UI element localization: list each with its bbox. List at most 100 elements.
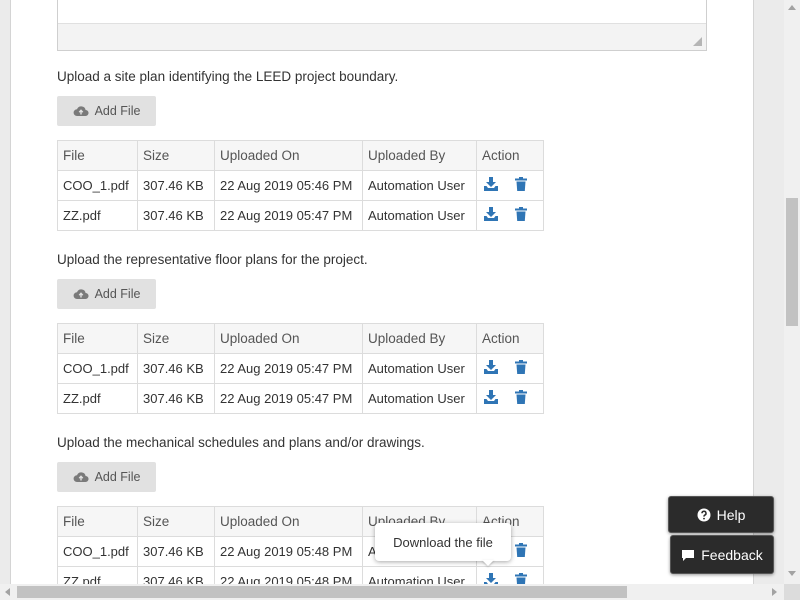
download-icon xyxy=(484,573,498,584)
comment-icon xyxy=(682,549,695,561)
file-name-cell: ZZ.pdf xyxy=(57,383,138,414)
delete-button[interactable] xyxy=(514,177,528,191)
uploaded-by-cell: Automation User xyxy=(362,353,477,384)
file-size-cell: 307.46 KB xyxy=(137,170,215,201)
column-header: Uploaded On xyxy=(214,140,363,171)
notes-textarea[interactable] xyxy=(57,0,707,51)
uploaded-by-cell: Automation User xyxy=(362,200,477,231)
files-table: File Size Uploaded On Uploaded By Action… xyxy=(57,323,544,414)
download-button[interactable] xyxy=(484,177,498,191)
file-size-cell: 307.46 KB xyxy=(137,200,215,231)
scrollbar-corner xyxy=(784,584,800,600)
resize-grip-icon[interactable] xyxy=(693,37,702,46)
column-header: Uploaded By xyxy=(362,323,477,354)
download-button[interactable] xyxy=(484,360,498,374)
uploaded-on-cell: 22 Aug 2019 05:48 PM xyxy=(214,566,363,584)
uploaded-on-cell: 22 Aug 2019 05:47 PM xyxy=(214,200,363,231)
section-label-site-plan: Upload a site plan identifying the LEED … xyxy=(57,69,399,84)
action-cell xyxy=(476,200,544,231)
download-button[interactable] xyxy=(484,390,498,404)
delete-button[interactable] xyxy=(514,207,528,221)
uploaded-by-cell: Automation User xyxy=(362,566,477,584)
column-header: Action xyxy=(476,323,544,354)
horizontal-scroll-thumb[interactable] xyxy=(17,586,627,598)
scroll-down-icon[interactable] xyxy=(788,571,796,576)
file-size-cell: 307.46 KB xyxy=(137,353,215,384)
action-cell xyxy=(476,353,544,384)
horizontal-scrollbar[interactable] xyxy=(0,584,800,600)
question-circle-icon xyxy=(697,508,711,521)
action-cell xyxy=(476,566,544,584)
uploaded-on-cell: 22 Aug 2019 05:48 PM xyxy=(214,536,363,567)
file-size-cell: 307.46 KB xyxy=(137,566,215,584)
textarea-footer xyxy=(58,23,706,50)
column-header: Action xyxy=(476,140,544,171)
delete-button[interactable] xyxy=(514,543,528,557)
trash-icon xyxy=(515,543,527,557)
trash-icon xyxy=(515,207,527,221)
uploaded-by-cell: Automation User xyxy=(362,170,477,201)
delete-button[interactable] xyxy=(514,360,528,374)
main-content: Upload a site plan identifying the LEED … xyxy=(11,0,753,584)
download-icon xyxy=(484,207,498,221)
action-cell xyxy=(476,170,544,201)
delete-button[interactable] xyxy=(514,390,528,404)
table-row: ZZ.pdf 307.46 KB 22 Aug 2019 05:47 PM Au… xyxy=(57,383,544,414)
scroll-right-icon[interactable] xyxy=(772,588,777,596)
column-header: Uploaded On xyxy=(214,323,363,354)
download-icon xyxy=(484,177,498,191)
trash-icon xyxy=(515,360,527,374)
add-file-label: Add File xyxy=(94,104,141,118)
trash-icon xyxy=(515,390,527,404)
scroll-left-icon[interactable] xyxy=(5,588,10,596)
trash-icon xyxy=(515,177,527,191)
column-header: File xyxy=(57,140,138,171)
column-header: Uploaded By xyxy=(362,140,477,171)
add-file-label: Add File xyxy=(94,287,141,301)
table-row: ZZ.pdf 307.46 KB 22 Aug 2019 05:47 PM Au… xyxy=(57,200,544,231)
table-header-row: File Size Uploaded On Uploaded By Action xyxy=(57,140,544,171)
cloud-upload-icon xyxy=(73,289,89,300)
download-tooltip: Download the file xyxy=(375,523,511,561)
file-name-cell: COO_1.pdf xyxy=(57,353,138,384)
help-button[interactable]: Help xyxy=(668,496,774,533)
add-file-button[interactable]: Add File xyxy=(57,462,156,492)
feedback-button[interactable]: Feedback xyxy=(670,535,774,574)
file-size-cell: 307.46 KB xyxy=(137,536,215,567)
file-name-cell: COO_1.pdf xyxy=(57,536,138,567)
uploaded-on-cell: 22 Aug 2019 05:46 PM xyxy=(214,170,363,201)
file-name-cell: ZZ.pdf xyxy=(57,200,138,231)
download-icon xyxy=(484,390,498,404)
delete-button[interactable] xyxy=(514,573,528,584)
scroll-up-icon[interactable] xyxy=(788,5,796,10)
table-header-row: File Size Uploaded On Uploaded By Action xyxy=(57,323,544,354)
table-row: COO_1.pdf 307.46 KB 22 Aug 2019 05:46 PM… xyxy=(57,170,544,201)
section-label-floor-plans: Upload the representative floor plans fo… xyxy=(57,252,368,267)
download-button[interactable] xyxy=(484,207,498,221)
add-file-button[interactable]: Add File xyxy=(57,96,156,126)
column-header: Size xyxy=(137,140,215,171)
help-label: Help xyxy=(716,506,746,523)
column-header: Size xyxy=(137,323,215,354)
section-label-mechanical: Upload the mechanical schedules and plan… xyxy=(57,435,425,450)
left-page-gutter xyxy=(0,0,11,584)
add-file-label: Add File xyxy=(94,470,141,484)
column-header: Uploaded On xyxy=(214,506,363,537)
vertical-scrollbar[interactable] xyxy=(784,0,800,584)
table-row: ZZ.pdf 307.46 KB 22 Aug 2019 05:48 PM Au… xyxy=(57,566,544,584)
cloud-upload-icon xyxy=(73,106,89,117)
file-size-cell: 307.46 KB xyxy=(137,383,215,414)
add-file-button[interactable]: Add File xyxy=(57,279,156,309)
download-button[interactable] xyxy=(484,573,498,584)
column-header: File xyxy=(57,506,138,537)
tooltip-text: Download the file xyxy=(393,534,493,550)
vertical-scroll-thumb[interactable] xyxy=(786,198,798,326)
cloud-upload-icon xyxy=(73,472,89,483)
download-icon xyxy=(484,360,498,374)
files-table: File Size Uploaded On Uploaded By Action… xyxy=(57,140,544,231)
action-cell xyxy=(476,383,544,414)
uploaded-on-cell: 22 Aug 2019 05:47 PM xyxy=(214,353,363,384)
table-row: COO_1.pdf 307.46 KB 22 Aug 2019 05:47 PM… xyxy=(57,353,544,384)
uploaded-on-cell: 22 Aug 2019 05:47 PM xyxy=(214,383,363,414)
tooltip-arrow xyxy=(482,560,494,566)
